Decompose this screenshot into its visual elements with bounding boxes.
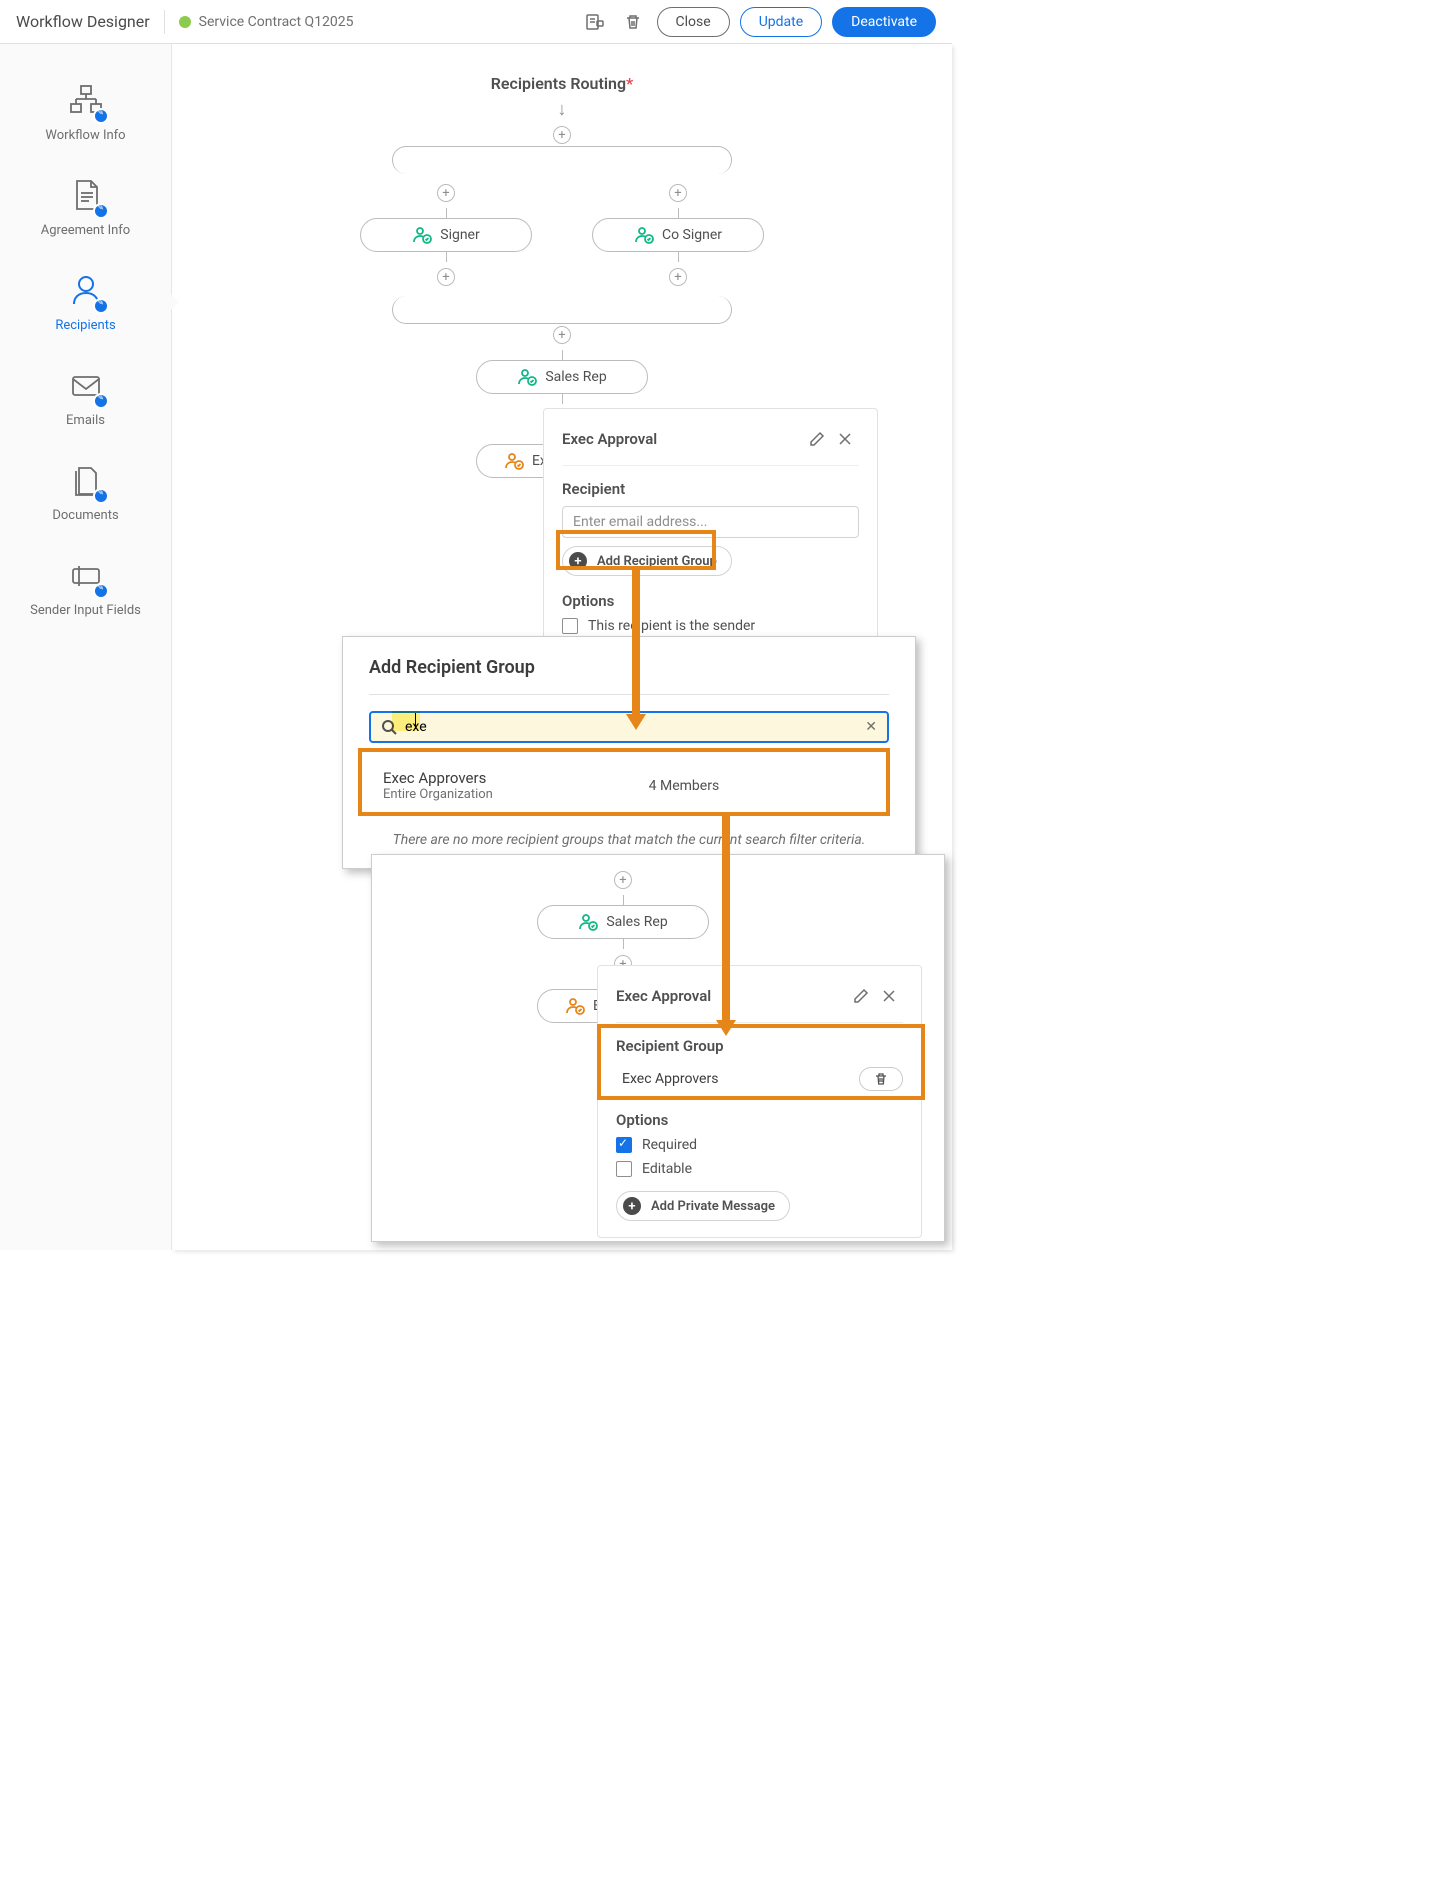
person-check-icon (504, 451, 524, 471)
add-recipient-group-button[interactable]: + Add Recipient Group (562, 546, 732, 576)
add-node-button[interactable]: + (437, 184, 455, 202)
text-cursor (415, 713, 416, 729)
emails-icon (65, 365, 107, 407)
person-check-icon (412, 225, 432, 245)
sidebar-item-workflow-info[interactable]: Workflow Info (0, 64, 171, 159)
options-label: Options (616, 1111, 903, 1129)
sidebar-item-sender-input[interactable]: Sender Input Fields (0, 539, 171, 634)
recipient-label: Recipient (562, 480, 859, 498)
panel-title: Exec Approval (616, 987, 847, 1005)
group-chip-name: Exec Approvers (616, 1071, 718, 1087)
sender-input-icon (65, 555, 107, 597)
add-msg-label: Add Private Message (651, 1199, 775, 1214)
panel-title: Exec Approval (562, 430, 803, 448)
app-title: Workflow Designer (16, 12, 150, 31)
clear-icon[interactable]: ✕ (865, 719, 877, 735)
recipient-node-salesrep[interactable]: Sales Rep (537, 905, 709, 939)
documents-icon (65, 460, 107, 502)
pencil-icon[interactable] (803, 425, 831, 453)
result-members: 4 Members (493, 778, 875, 794)
sidebar-item-label: Agreement Info (41, 223, 130, 238)
add-node-button[interactable]: + (669, 184, 687, 202)
sidebar-item-label: Documents (52, 508, 118, 523)
sidebar-item-label: Workflow Info (45, 128, 125, 143)
recipient-group-panel: Exec Approval Recipient Group Exec Appro… (597, 965, 922, 1238)
sidebar-item-label: Sender Input Fields (30, 603, 141, 618)
add-group-label: Add Recipient Group (597, 554, 717, 569)
sidebar: Workflow Info Agreement Info Recipients … (0, 44, 172, 1250)
sidebar-item-documents[interactable]: Documents (0, 444, 171, 539)
agreement-info-icon (65, 175, 107, 217)
opt-editable-label: Editable (642, 1161, 692, 1177)
result-org: Entire Organization (383, 787, 493, 802)
node-label: Signer (440, 227, 479, 243)
form-icon[interactable] (581, 8, 609, 36)
add-node-button[interactable]: + (553, 126, 571, 144)
close-button[interactable]: Close (657, 7, 730, 37)
no-more-results: There are no more recipient groups that … (369, 832, 889, 848)
close-icon[interactable] (831, 425, 859, 453)
person-check-icon (565, 996, 585, 1016)
deactivate-button[interactable]: Deactivate (832, 7, 936, 37)
add-private-message-button[interactable]: + Add Private Message (616, 1191, 790, 1221)
trash-icon[interactable] (619, 8, 647, 36)
header: Workflow Designer Service Contract Q1202… (0, 0, 952, 44)
search-result-row[interactable]: Exec Approvers Entire Organization 4 Mem… (369, 757, 889, 814)
add-node-button[interactable]: + (669, 268, 687, 286)
sidebar-item-label: Emails (66, 413, 105, 428)
checkbox-sender[interactable] (562, 618, 578, 634)
recipients-icon (65, 270, 107, 312)
checkbox-required[interactable] (616, 1137, 632, 1153)
routing-title: Recipients Routing* (172, 74, 952, 93)
add-recipient-group-dialog: Add Recipient Group ✕ Exec Approvers Ent… (342, 636, 916, 869)
status-dot-icon (179, 16, 191, 28)
recipient-node-cosigner[interactable]: Co Signer (592, 218, 764, 252)
person-check-icon (578, 912, 598, 932)
add-node-button[interactable]: + (437, 268, 455, 286)
person-check-icon (634, 225, 654, 245)
callout-arrowhead (626, 714, 646, 730)
workflow-name: Service Contract Q12025 (199, 14, 354, 30)
pencil-icon[interactable] (847, 982, 875, 1010)
recipient-group-label: Recipient Group (616, 1037, 903, 1055)
add-node-button[interactable]: + (614, 871, 632, 889)
callout-arrow (632, 570, 640, 716)
opt-required-label: Required (642, 1137, 697, 1153)
person-check-icon (517, 367, 537, 387)
update-button[interactable]: Update (740, 7, 822, 37)
node-label: Sales Rep (606, 914, 667, 930)
result-state-overlay: + Sales Rep + Exec Approval + Exec Appro… (371, 854, 945, 1242)
arrow-down-icon: ↓ (558, 99, 567, 120)
opt-sender-label: This recipient is the sender (588, 618, 755, 634)
options-label: Options (562, 592, 859, 610)
recipient-email-input[interactable] (562, 506, 859, 538)
result-name: Exec Approvers (383, 769, 493, 787)
close-icon[interactable] (875, 982, 903, 1010)
remove-group-button[interactable] (859, 1067, 903, 1091)
sidebar-item-emails[interactable]: Emails (0, 349, 171, 444)
recipient-panel: Exec Approval Recipient + Add Recipient … (543, 408, 878, 651)
node-label: Sales Rep (545, 369, 606, 385)
checkbox-editable[interactable] (616, 1161, 632, 1177)
recipient-node-signer[interactable]: Signer (360, 218, 532, 252)
add-node-button[interactable]: + (553, 326, 571, 344)
sidebar-item-agreement-info[interactable]: Agreement Info (0, 159, 171, 254)
dialog-title: Add Recipient Group (369, 657, 889, 695)
callout-arrow (722, 816, 730, 1022)
callout-arrowhead (716, 1020, 736, 1036)
plus-circle-icon: + (569, 552, 587, 570)
sidebar-item-label: Recipients (55, 318, 115, 333)
node-label: Co Signer (662, 227, 722, 243)
workflow-info-icon (65, 80, 107, 122)
sidebar-item-recipients[interactable]: Recipients (0, 254, 171, 349)
recipient-node-salesrep[interactable]: Sales Rep (476, 360, 648, 394)
plus-circle-icon: + (623, 1197, 641, 1215)
separator (164, 10, 165, 34)
